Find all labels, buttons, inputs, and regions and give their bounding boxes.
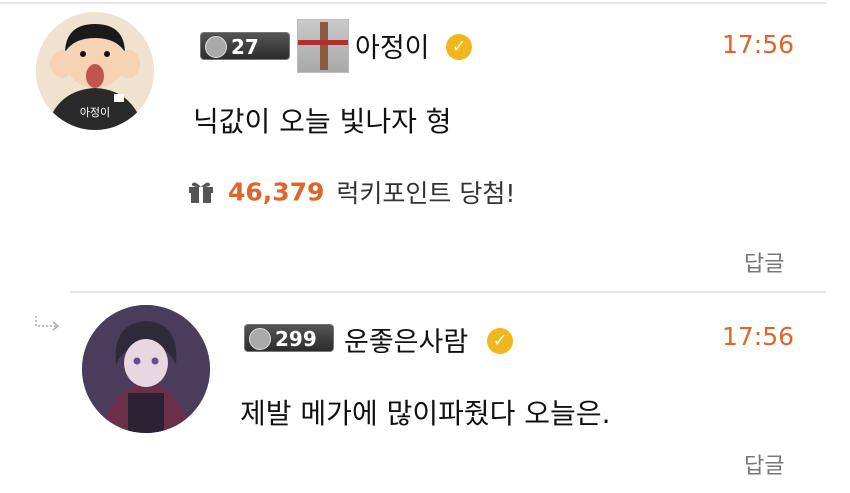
comment-divider — [70, 291, 826, 293]
top-divider — [0, 2, 826, 4]
timestamp: 17:56 — [722, 30, 795, 59]
lucky-point-notice: 46,379 럭키포인트 당첨! — [188, 174, 515, 208]
level-number: 299 — [275, 327, 317, 351]
avatar-image: 아정이 — [36, 12, 154, 130]
nickname[interactable]: 운좋은사람 — [344, 320, 468, 359]
verified-icon: ✓ — [487, 328, 513, 354]
reply-arrow-icon — [35, 316, 60, 331]
reply-button[interactable]: 답글 — [744, 448, 784, 480]
level-emblem-icon — [249, 328, 271, 350]
reply-button[interactable]: 답글 — [744, 246, 784, 278]
comment-text: 제발 메가에 많이파줬다 오늘은. — [240, 397, 611, 430]
avatar[interactable] — [82, 305, 210, 433]
level-badge: 299 — [244, 324, 334, 352]
lucky-points: 46,379 — [227, 177, 325, 207]
level-number: 27 — [231, 35, 259, 59]
nickname[interactable]: 아정이 — [355, 26, 430, 65]
verified-icon: ✓ — [446, 34, 472, 60]
lucky-text: 럭키포인트 당첨! — [336, 179, 516, 208]
user-emblem-image — [297, 19, 349, 73]
avatar-image — [82, 305, 210, 433]
timestamp: 17:56 — [722, 322, 795, 351]
comment-text: 닉값이 오늘 빛나자 형 — [193, 105, 452, 138]
level-badge: 27 — [200, 32, 290, 60]
avatar-nametag: 아정이 — [80, 106, 110, 119]
level-emblem-icon — [205, 36, 227, 58]
gift-icon — [189, 182, 213, 203]
avatar[interactable]: 아정이 — [36, 12, 154, 130]
